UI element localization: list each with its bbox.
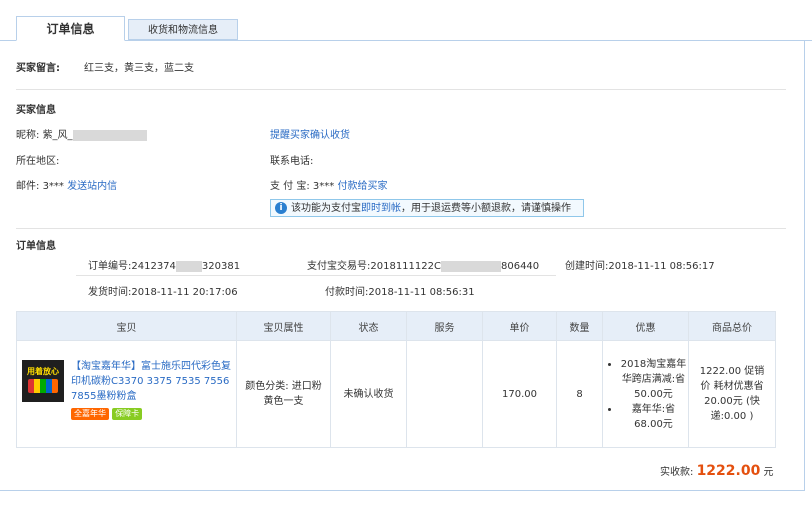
pay-buyer-link[interactable]: 付款给买家 [337,181,387,192]
attributes-cell: 颜色分类: 进口粉黄色一支 [236,340,331,448]
notice-text: 该功能为支付宝即时到帐，用于退运费等小额退款，请谨慎操作 [291,203,571,214]
discount-cell: 2018淘宝嘉年华跨店满减:省 50.00元 嘉年华:省 68.00元 [602,340,689,448]
col-header-status: 状态 [330,311,407,341]
received-value: 1222.00 [696,463,761,479]
alipay-value: 3*** [312,181,335,192]
col-header-service: 服务 [406,311,483,341]
region-label: 所在地区: [16,156,60,167]
col-header-item: 宝贝 [16,311,237,341]
divider [16,89,786,90]
product-image-icon [28,379,58,393]
nickname-label: 昵称: [16,130,40,141]
order-number: 订单编号:2412374 320381 [88,260,241,272]
created-time: 创建时间:2018-11-11 08:56:17 [565,261,715,272]
received-label: 实收款: [660,467,694,478]
email-value: 3*** [42,181,64,192]
buyer-info-title: 买家信息 [16,105,56,116]
redacted-block [72,129,147,141]
shipped-time: 发货时间:2018-11-11 20:17:06 [88,287,238,298]
table-header-row: 宝贝 宝贝属性 状态 服务 单价 数量 优惠 商品总价 [16,311,776,341]
promotion-item: 2018淘宝嘉年华跨店满减:省 50.00元 [620,357,687,402]
table-row: 用着放心 【淘宝嘉年华】富士施乐四代彩色复印机碳粉C3370 3375 7535… [16,340,776,448]
alipay-row: 支 付 宝: 3*** 付款给买家 [270,177,387,192]
order-items-table: 宝贝 宝贝属性 状态 服务 单价 数量 优惠 商品总价 用着放心 【淘宝嘉年华】… [16,311,776,448]
received-unit: 元 [763,467,774,478]
alipay-label: 支 付 宝: [270,181,310,192]
service-cell [406,340,483,448]
product-thumbnail[interactable]: 用着放心 [22,360,64,402]
item-cell: 用着放心 【淘宝嘉年华】富士施乐四代彩色复印机碳粉C3370 3375 7535… [16,340,237,448]
total-cell: 1222.00 促销价 耗材优惠省20.00元 (快递:0.00 ) [688,340,776,448]
divider [76,275,556,276]
redacted-block [175,260,202,272]
received-amount: 实收款: 1222.00 元 [660,462,774,482]
divider [16,228,786,229]
email-row: 邮件: 3*** 发送站内信 [16,177,117,192]
alipay-trade-number: 支付宝交易号:2018111122C 806440 [307,260,540,272]
col-header-price: 单价 [482,311,557,341]
buyer-message-label: 买家留言: [16,63,60,74]
email-label: 邮件: [16,181,40,192]
col-header-quantity: 数量 [556,311,603,341]
order-info-title: 订单信息 [16,241,56,252]
nickname-row: 昵称: 紫_风_ [16,126,147,141]
tab-bar: 订单信息 收货和物流信息 [0,0,812,41]
buyer-message-value: 红三支，黄三支，蓝二支 [84,63,194,74]
carnival-badge[interactable]: 全嘉年华 [71,408,109,420]
tab-shipping-info[interactable]: 收货和物流信息 [128,19,238,40]
col-header-total: 商品总价 [688,311,776,341]
remind-confirm-link[interactable]: 提醒买家确认收货 [270,126,350,141]
nickname-value: 紫_风_ [42,130,73,141]
phone-label: 联系电话: [270,156,314,167]
alipay-notice: i 该功能为支付宝即时到帐，用于退运费等小额退款，请谨慎操作 [270,199,584,217]
col-header-attributes: 宝贝属性 [236,311,331,341]
send-message-link[interactable]: 发送站内信 [67,181,117,192]
status-cell: 未确认收货 [330,340,407,448]
guarantee-badge[interactable]: 保障卡 [112,408,143,420]
promotion-item: 嘉年华:省 68.00元 [620,402,687,432]
paid-time: 付款时间:2018-11-11 08:56:31 [325,287,475,298]
quantity-cell: 8 [556,340,603,448]
redacted-block [440,260,501,272]
price-cell: 170.00 [482,340,557,448]
tab-order-info[interactable]: 订单信息 [16,16,125,41]
col-header-discount: 优惠 [602,311,689,341]
info-icon: i [275,202,287,214]
product-title-link[interactable]: 【淘宝嘉年华】富士施乐四代彩色复印机碳粉C3370 3375 7535 7556… [71,361,231,402]
instant-transfer-link[interactable]: 即时到帐 [361,203,401,214]
